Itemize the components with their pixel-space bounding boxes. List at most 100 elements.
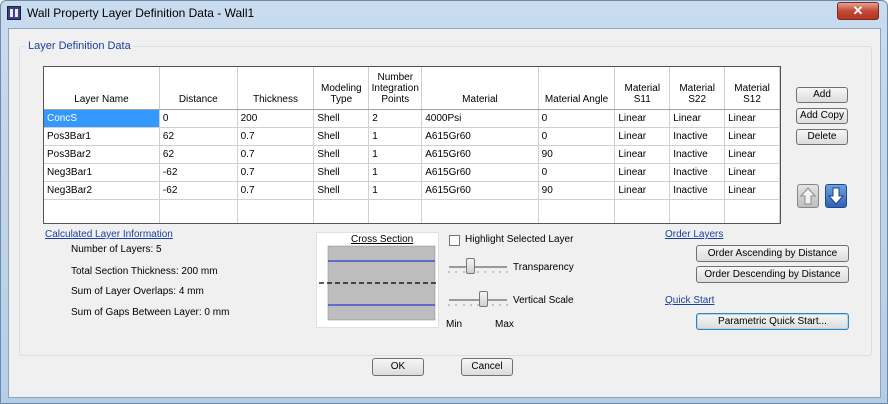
order-descending-button[interactable]: Order Descending by Distance [696, 266, 849, 283]
empty-cell [724, 217, 780, 223]
parametric-quick-start-button[interactable]: Parametric Quick Start... [696, 313, 849, 330]
table-cell[interactable]: Pos3Bar1 [44, 127, 160, 146]
title-bar[interactable]: Wall Property Layer Definition Data - Wa… [1, 1, 887, 25]
table-cell[interactable]: A615Gr60 [421, 181, 539, 200]
delete-button[interactable]: Delete [796, 129, 848, 145]
table-cell[interactable]: 4000Psi [421, 109, 539, 128]
empty-cell [538, 217, 616, 223]
empty-cell [724, 199, 780, 217]
ok-button[interactable]: OK [372, 358, 424, 376]
table-cell[interactable]: A615Gr60 [421, 127, 539, 146]
table-cell[interactable]: Shell [313, 127, 370, 146]
table-row[interactable]: Pos3Bar2 62 0.7 Shell 1 A615Gr60 90 Linear Inact… [44, 145, 780, 164]
table-cell[interactable]: Inactive [669, 127, 726, 146]
table-cell[interactable]: 62 [159, 127, 238, 146]
column-header[interactable]: Layer Name [44, 67, 160, 110]
table-cell[interactable]: Linear [614, 163, 671, 182]
table-cell[interactable]: Linear [614, 127, 671, 146]
cross-section-title: Cross Section [351, 234, 414, 245]
table-cell[interactable]: 0.7 [237, 127, 315, 146]
table-cell[interactable]: 0 [538, 163, 616, 182]
column-header[interactable]: Number Integration Points [368, 67, 423, 110]
table-cell[interactable]: Inactive [669, 163, 726, 182]
empty-row [44, 217, 780, 223]
move-down-button[interactable] [825, 184, 847, 208]
table-cell[interactable]: 1 [368, 163, 423, 182]
layer-table-container[interactable]: Layer Name Distance Thickness Modeling T… [43, 66, 781, 224]
column-header[interactable]: Modeling Type [313, 67, 370, 110]
move-up-button[interactable] [797, 184, 819, 208]
table-cell[interactable]: Shell [313, 109, 370, 128]
table-body: ConcS 0 200 Shell 2 4000Psi 0 Linear Linear Linea… [44, 109, 780, 223]
cancel-button[interactable]: Cancel [461, 358, 513, 376]
column-header[interactable]: Distance [159, 67, 238, 110]
table-cell[interactable]: Linear [724, 127, 780, 146]
table-cell[interactable]: 90 [538, 145, 616, 164]
arrow-up-icon [799, 187, 817, 205]
table-cell[interactable]: 90 [538, 181, 616, 200]
column-header[interactable]: Material Angle [538, 67, 616, 110]
transparency-slider-thumb[interactable] [465, 258, 475, 274]
table-header-row: Layer Name Distance Thickness Modeling T… [44, 67, 780, 110]
scale-max-label: Max [495, 319, 514, 330]
table-cell[interactable]: Shell [313, 163, 370, 182]
table-cell[interactable]: -62 [159, 163, 238, 182]
table-cell[interactable]: 62 [159, 145, 238, 164]
table-row[interactable]: ConcS 0 200 Shell 2 4000Psi 0 Linear Linear Linea… [44, 109, 780, 128]
close-button[interactable]: ✕ [837, 2, 879, 20]
table-cell[interactable]: 1 [368, 181, 423, 200]
table-cell[interactable]: Linear [724, 109, 780, 128]
table-cell[interactable]: ConcS [44, 109, 160, 128]
column-header[interactable]: Material S22 [669, 67, 726, 110]
table-cell[interactable]: 1 [368, 145, 423, 164]
add-button[interactable]: Add [796, 87, 848, 103]
order-ascending-button[interactable]: Order Ascending by Distance [696, 245, 849, 262]
table-cell[interactable]: Linear [724, 163, 780, 182]
layer-table: Layer Name Distance Thickness Modeling T… [44, 67, 780, 223]
table-cell[interactable]: Linear [614, 109, 671, 128]
table-cell[interactable]: 0 [538, 109, 616, 128]
quick-start-title: Quick Start [665, 295, 715, 306]
table-cell[interactable]: 0 [538, 127, 616, 146]
number-of-layers: Number of Layers: 5 [71, 244, 162, 255]
table-cell[interactable]: -62 [159, 181, 238, 200]
table-cell[interactable]: 2 [368, 109, 423, 128]
table-cell[interactable]: 0.7 [237, 163, 315, 182]
add-copy-button[interactable]: Add Copy [796, 108, 848, 124]
table-cell[interactable]: Neg3Bar1 [44, 163, 160, 182]
table-cell[interactable]: A615Gr60 [421, 145, 539, 164]
table-cell[interactable]: Shell [313, 145, 370, 164]
vertical-scale-slider[interactable] [447, 291, 509, 307]
empty-cell [538, 199, 616, 217]
table-cell[interactable]: Linear [669, 109, 726, 128]
table-row[interactable]: Pos3Bar1 62 0.7 Shell 1 A615Gr60 0 Linear Inacti… [44, 127, 780, 146]
table-cell[interactable]: Inactive [669, 181, 726, 200]
order-layers-title: Order Layers [665, 229, 724, 240]
table-cell[interactable]: 0.7 [237, 181, 315, 200]
table-cell[interactable]: Linear [724, 145, 780, 164]
window-title: Wall Property Layer Definition Data - Wa… [27, 6, 255, 20]
column-header[interactable]: Thickness [237, 67, 315, 110]
table-cell[interactable]: Linear [724, 181, 780, 200]
table-cell[interactable]: A615Gr60 [421, 163, 539, 182]
column-header[interactable]: Material S11 [614, 67, 671, 110]
dialog-window: Wall Property Layer Definition Data - Wa… [0, 0, 888, 404]
table-cell[interactable]: 200 [237, 109, 315, 128]
column-header[interactable]: Material [421, 67, 539, 110]
table-cell[interactable]: Linear [614, 145, 671, 164]
table-cell[interactable]: Inactive [669, 145, 726, 164]
table-cell[interactable]: Shell [313, 181, 370, 200]
transparency-slider[interactable] [447, 258, 509, 274]
highlight-selected-checkbox[interactable] [449, 235, 460, 246]
table-cell[interactable]: 1 [368, 127, 423, 146]
table-row[interactable]: Neg3Bar2 -62 0.7 Shell 1 A615Gr60 90 Linear Inac… [44, 181, 780, 200]
table-cell[interactable]: 0 [159, 109, 238, 128]
table-cell[interactable]: 0.7 [237, 145, 315, 164]
column-header[interactable]: Material S12 [724, 67, 780, 110]
table-cell[interactable]: Pos3Bar2 [44, 145, 160, 164]
vertical-scale-slider-thumb[interactable] [478, 291, 488, 307]
table-row[interactable]: Neg3Bar1 -62 0.7 Shell 1 A615Gr60 0 Linear Inact… [44, 163, 780, 182]
table-cell[interactable]: Linear [614, 181, 671, 200]
table-cell[interactable]: Neg3Bar2 [44, 181, 160, 200]
total-section-thickness: Total Section Thickness: 200 mm [71, 266, 218, 277]
